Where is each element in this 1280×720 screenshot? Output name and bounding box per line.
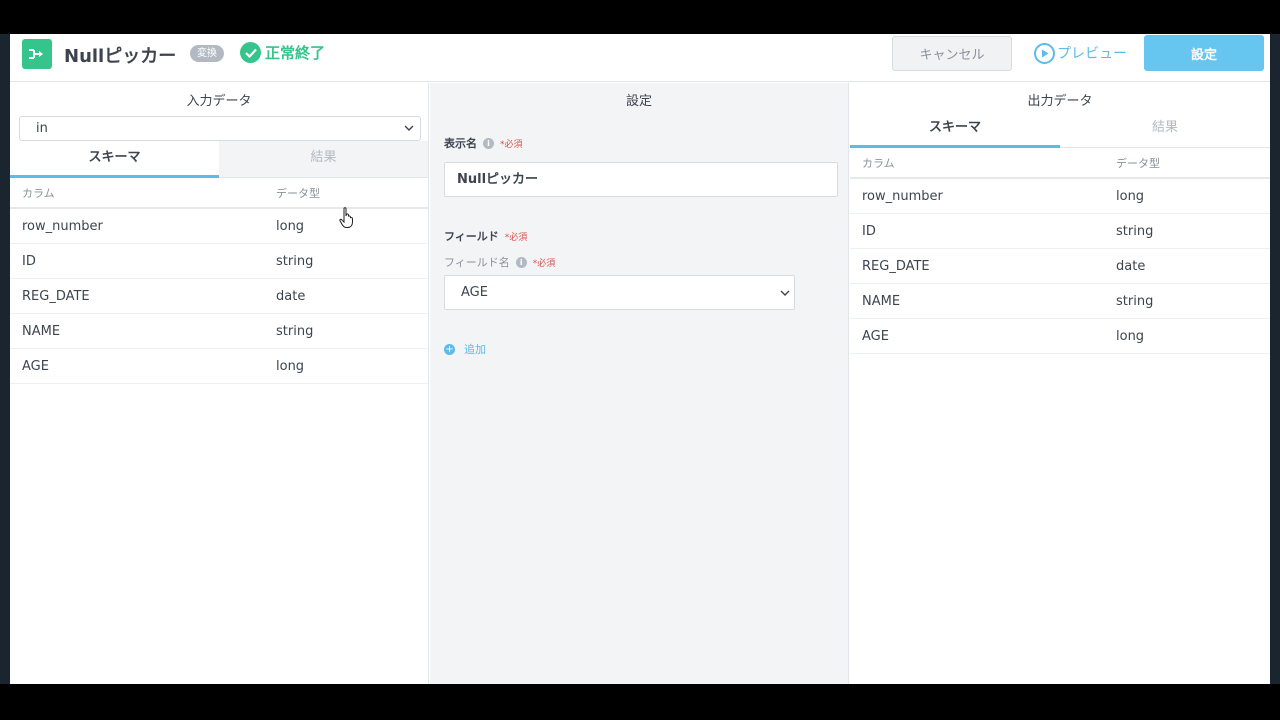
null-picker-app-icon [22,39,52,69]
field-label-text: フィールド [444,230,499,243]
row-column-type: string [1116,293,1154,309]
table-header: カラム データ型 [850,149,1270,179]
table-row: REG_DATE date [850,249,1270,284]
status-text: 正常終了 [265,44,326,62]
row-column-type: string [276,323,314,339]
required-mark: *必須 [504,232,528,243]
table-header: カラム データ型 [10,179,428,209]
settings-panel-title: 設定 [625,94,652,109]
field-name-label: フィールド名 i *必須 [444,254,555,270]
table-row: ID string [850,214,1270,249]
table-row: NAME string [850,284,1270,319]
table-row: ID string [10,244,428,279]
transform-badge: 変換 [190,45,224,62]
table-row: REG_DATE date [10,279,428,314]
tab-output-schema[interactable]: スキーマ [850,111,1060,148]
dialog-window: Nullピッカー 変換 正常終了 キャンセル プレビュー 設定 入力データ in… [10,34,1270,684]
column-header-type: データ型 [276,187,320,200]
add-label: 追加 [464,343,486,356]
input-panel-title: 入力データ [186,94,252,109]
output-tabs: スキーマ 結果 [850,111,1270,148]
output-data-panel: 出力データ スキーマ 結果 カラム データ型 row_number long I… [850,83,1270,684]
input-source-select[interactable]: in [19,116,421,141]
background-left-edge [0,34,10,684]
tab-input-schema[interactable]: スキーマ [10,141,219,178]
input-schema-table: カラム データ型 row_number long ID string REG_D… [10,179,428,384]
field-name-value: AGE [461,285,488,300]
field-name-label-text: フィールド名 [444,256,510,269]
hand-pointer-cursor-icon [339,207,353,228]
row-column-type: string [276,253,314,269]
page-title: Nullピッカー [64,46,177,67]
row-column-type: long [1116,188,1145,204]
row-column-type: long [276,358,305,374]
tab-input-result[interactable]: 結果 [219,141,428,178]
settings-panel: 設定 表示名 i *必須 Nullピッカー フィールド *必須 フィールド名 i… [430,83,849,684]
input-data-panel: 入力データ in スキーマ 結果 カラム データ型 row_number lon… [10,83,429,684]
add-field-button[interactable]: + 追加 [444,341,486,357]
save-settings-button[interactable]: 設定 [1144,35,1264,71]
column-header-type: データ型 [1116,157,1160,170]
check-circle-icon [240,42,261,63]
display-name-input[interactable]: Nullピッカー [444,162,838,197]
field-label: フィールド *必須 [444,228,527,244]
table-row: NAME string [10,314,428,349]
table-row: row_number long [10,209,428,244]
display-name-label-text: 表示名 [444,137,477,150]
field-name-select[interactable]: AGE [444,275,795,310]
row-column-name: REG_DATE [862,258,930,274]
play-circle-icon [1034,42,1055,64]
output-panel-title: 出力データ [1027,94,1093,109]
row-column-type: long [276,218,305,234]
dialog-header: Nullピッカー 変換 正常終了 キャンセル プレビュー 設定 [10,34,1270,82]
info-icon[interactable]: i [515,256,527,268]
background-right-edge [1270,34,1280,684]
row-column-name: row_number [862,188,943,204]
row-column-name: row_number [22,218,103,234]
output-schema-table: カラム データ型 row_number long ID string REG_D… [850,149,1270,354]
row-column-type: long [1116,328,1145,344]
tab-output-result[interactable]: 結果 [1060,111,1270,148]
status-indicator: 正常終了 [240,42,325,63]
row-column-name: ID [22,253,36,269]
preview-button[interactable]: プレビュー [1034,41,1127,65]
row-column-name: AGE [22,358,49,374]
row-column-name: ID [862,223,876,239]
chevron-down-icon [404,125,414,131]
cancel-button[interactable]: キャンセル [892,36,1012,71]
table-row: row_number long [850,179,1270,214]
input-source-value: in [36,121,48,136]
table-row: AGE long [10,349,428,384]
required-mark: *必須 [500,139,523,150]
chevron-down-icon [780,290,790,296]
row-column-type: date [276,288,306,304]
table-row: AGE long [850,319,1270,354]
row-column-type: date [1116,258,1146,274]
display-name-label: 表示名 i *必須 [444,135,523,151]
row-column-name: NAME [862,293,901,309]
row-column-name: REG_DATE [22,288,90,304]
row-column-type: string [1116,223,1154,239]
required-mark: *必須 [532,258,556,269]
row-column-name: AGE [862,328,889,344]
preview-label: プレビュー [1057,46,1127,62]
plus-circle-icon: + [444,343,455,355]
input-tabs: スキーマ 結果 [10,141,428,178]
column-header-name: カラム [862,157,895,170]
column-header-name: カラム [22,187,55,200]
row-column-name: NAME [22,323,61,339]
info-icon[interactable]: i [483,137,494,149]
